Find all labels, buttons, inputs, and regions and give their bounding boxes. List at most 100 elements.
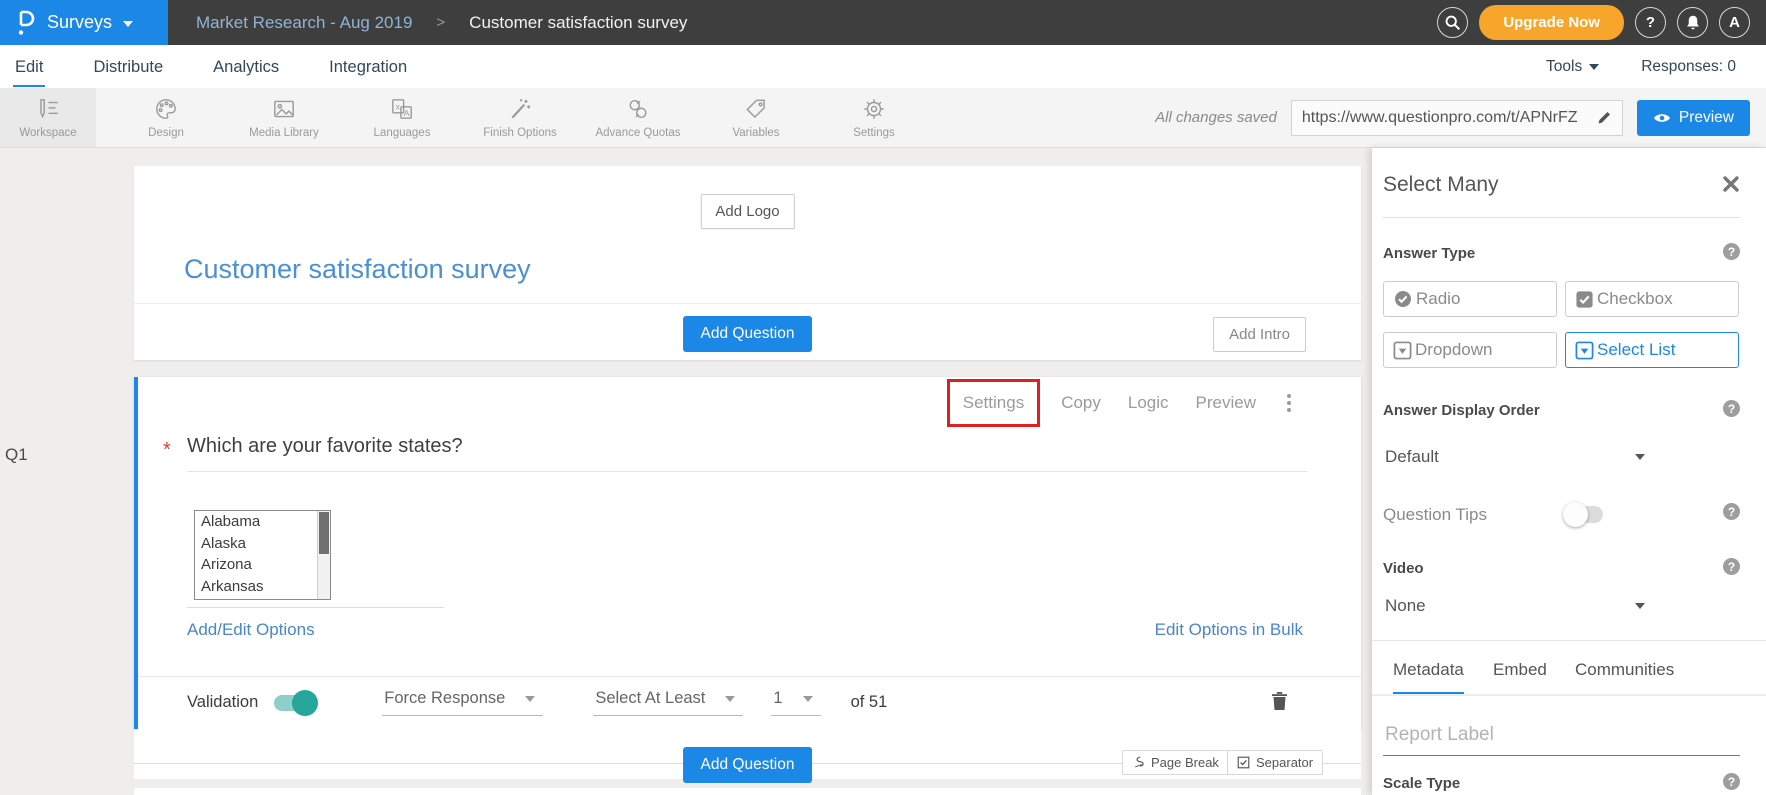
tab-analytics[interactable]: Analytics [211,47,281,87]
notifications-button[interactable] [1677,7,1708,38]
divider [1372,694,1766,696]
chevron-down-icon [525,696,535,702]
tab-edit[interactable]: Edit [13,47,45,87]
tab-integration[interactable]: Integration [327,47,409,87]
tab-distribute[interactable]: Distribute [91,47,165,87]
add-question-button-top[interactable]: Add Question [683,316,813,352]
surveys-menu[interactable]: Surveys [0,0,168,45]
add-question-button-bottom[interactable]: Add Question [683,747,813,783]
toolbar-label: Variables [732,127,779,139]
main-nav: Edit Distribute Analytics Integration To… [0,45,1766,88]
survey-url-input[interactable] [1292,109,1588,127]
tab-communities[interactable]: Communities [1575,660,1674,692]
toolbar-design[interactable]: Design [118,88,214,147]
answer-type-label: Answer Type [1383,245,1475,262]
edit-url-button[interactable] [1588,101,1622,135]
divider [187,471,1307,472]
video-label: Video [1383,560,1424,577]
divider [134,303,1361,304]
list-option[interactable]: Arizona [195,554,330,576]
answer-type-select-list[interactable]: Select List [1565,332,1739,368]
toolbar-label: Media Library [249,127,319,139]
answer-display-order-select[interactable]: Default [1385,447,1645,467]
toolbar-finish-options[interactable]: Finish Options [472,88,568,147]
question-logic-button[interactable]: Logic [1128,393,1169,413]
question-copy-button[interactable]: Copy [1061,393,1101,413]
toolbar-variables[interactable]: Variables [708,88,804,147]
question-number-label: Q1 [5,445,28,465]
answer-type-checkbox[interactable]: Checkbox [1565,281,1739,317]
answer-type-dropdown[interactable]: Dropdown [1383,332,1557,368]
scrollbar-thumb[interactable] [319,512,329,554]
translate-icon: x A [389,96,415,122]
responses-count[interactable]: Responses: 0 [1641,58,1736,76]
add-edit-options-link[interactable]: Add/Edit Options [187,620,315,640]
question-actions: Settings Copy Logic Preview [947,379,1295,427]
top-bar: Surveys Market Research - Aug 2019 > Cus… [0,0,1766,45]
page-break-icon [1132,756,1145,769]
tab-embed[interactable]: Embed [1493,660,1547,692]
delete-question-button[interactable] [1270,691,1289,712]
survey-canvas-area: Add Logo Customer satisfaction survey Ad… [0,148,1766,795]
list-option[interactable]: Alaska [195,533,330,555]
question-tips-toggle[interactable] [1565,506,1603,523]
tab-metadata[interactable]: Metadata [1393,660,1464,695]
listbox-scrollbar[interactable] [317,511,330,599]
toolbar-workspace[interactable]: Workspace [0,88,96,147]
min-count-dropdown[interactable]: 1 [771,689,820,716]
toolbar-languages[interactable]: x A Languages [354,88,450,147]
avatar[interactable]: A [1719,7,1750,38]
close-panel-button[interactable] [1722,175,1740,193]
help-button[interactable]: ? [1635,7,1666,38]
search-button[interactable] [1437,7,1468,38]
add-intro-button[interactable]: Add Intro [1213,317,1306,352]
force-response-dropdown[interactable]: Force Response [382,689,543,716]
breadcrumb-separator: > [436,14,445,31]
tools-label: Tools [1546,58,1582,76]
tag-icon [743,96,769,122]
survey-title[interactable]: Customer satisfaction survey [184,254,531,285]
list-option[interactable]: Arkansas [195,576,330,598]
toggle-knob [1563,502,1588,527]
topbar-actions: Upgrade Now ? A [1437,5,1766,40]
separator-button[interactable]: Separator [1227,750,1323,775]
toggle-knob [292,690,318,716]
video-help-icon[interactable]: ? [1723,558,1740,575]
video-select[interactable]: None [1385,596,1645,616]
preview-button[interactable]: Preview [1637,100,1750,136]
toolbar-advance-quotas[interactable]: Advance Quotas [590,88,686,147]
tools-dropdown[interactable]: Tools [1546,58,1599,76]
answer-display-order-help-icon[interactable]: ? [1723,400,1740,417]
add-logo-button[interactable]: Add Logo [700,194,794,229]
linked-quotas-icon [625,96,651,122]
answer-type-help-icon[interactable]: ? [1723,243,1740,260]
report-label-input[interactable] [1383,720,1740,756]
question-tips-help-icon[interactable]: ? [1723,503,1740,520]
breadcrumb-folder[interactable]: Market Research - Aug 2019 [196,13,412,33]
answer-type-radio[interactable]: Radio [1383,281,1557,317]
upgrade-now-button[interactable]: Upgrade Now [1479,5,1624,40]
select-at-least-dropdown[interactable]: Select At Least [593,689,743,716]
page-break-button[interactable]: Page Break [1122,750,1229,775]
answer-select-list[interactable]: Alabama Alaska Arizona Arkansas [194,510,331,600]
pencil-icon [1596,109,1613,126]
close-icon [1722,175,1740,193]
edit-options-in-bulk-link[interactable]: Edit Options in Bulk [1155,620,1303,640]
force-response-value: Force Response [384,689,505,708]
question-settings-panel: Select Many Answer Type ? Radio Checkbox [1372,148,1766,795]
dropdown-icon [1393,341,1412,360]
answer-display-order-value: Default [1385,447,1439,467]
page-break-label: Page Break [1151,755,1219,770]
list-option[interactable]: Alabama [195,511,330,533]
scale-type-help-icon[interactable]: ? [1723,773,1740,790]
validation-toggle[interactable] [274,695,316,711]
more-options-kebab-icon[interactable] [1283,390,1295,416]
question-preview-button[interactable]: Preview [1196,393,1256,413]
chevron-down-icon [803,696,813,702]
radio-icon [1393,289,1413,309]
question-text[interactable]: Which are your favorite states? [187,435,463,458]
select-list-icon [1575,341,1594,360]
toolbar-settings[interactable]: Settings [826,88,922,147]
toolbar-media-library[interactable]: Media Library [236,88,332,147]
question-settings-button[interactable]: Settings [963,393,1024,412]
